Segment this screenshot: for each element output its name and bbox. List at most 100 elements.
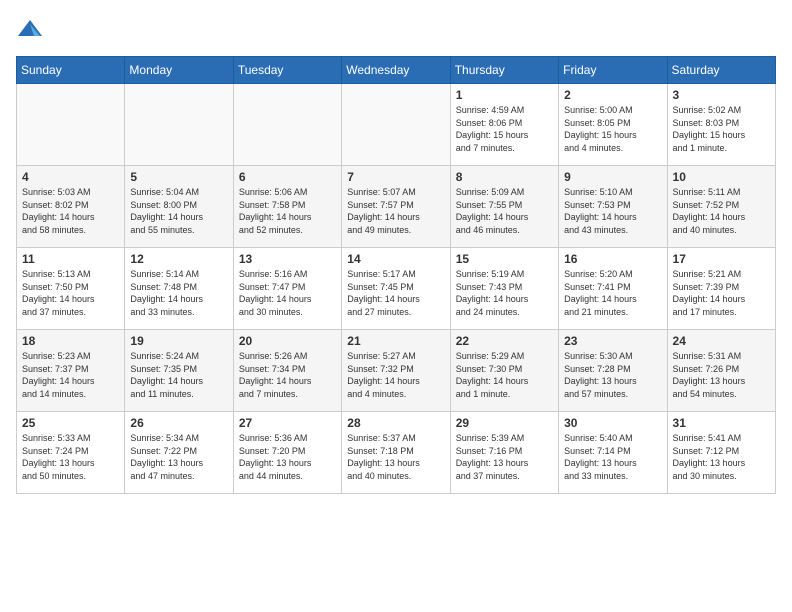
- calendar-cell: 26 Sunrise: 5:34 AM Sunset: 7:22 PM Dayli…: [125, 412, 233, 494]
- day-number: 4: [22, 170, 119, 184]
- weekday-header-wednesday: Wednesday: [342, 57, 450, 84]
- calendar-cell: 23 Sunrise: 5:30 AM Sunset: 7:28 PM Dayli…: [559, 330, 667, 412]
- day-info: Sunrise: 5:04 AM Sunset: 8:00 PM Dayligh…: [130, 186, 227, 236]
- day-info: Sunrise: 5:34 AM Sunset: 7:22 PM Dayligh…: [130, 432, 227, 482]
- calendar-cell: 20 Sunrise: 5:26 AM Sunset: 7:34 PM Dayli…: [233, 330, 341, 412]
- calendar-cell: 10 Sunrise: 5:11 AM Sunset: 7:52 PM Dayli…: [667, 166, 775, 248]
- day-number: 31: [673, 416, 770, 430]
- calendar-cell: 5 Sunrise: 5:04 AM Sunset: 8:00 PM Daylig…: [125, 166, 233, 248]
- calendar-cell: 19 Sunrise: 5:24 AM Sunset: 7:35 PM Dayli…: [125, 330, 233, 412]
- day-number: 5: [130, 170, 227, 184]
- day-number: 27: [239, 416, 336, 430]
- day-number: 23: [564, 334, 661, 348]
- calendar-cell: 25 Sunrise: 5:33 AM Sunset: 7:24 PM Dayli…: [17, 412, 125, 494]
- day-number: 16: [564, 252, 661, 266]
- calendar-cell: 11 Sunrise: 5:13 AM Sunset: 7:50 PM Dayli…: [17, 248, 125, 330]
- day-info: Sunrise: 5:30 AM Sunset: 7:28 PM Dayligh…: [564, 350, 661, 400]
- day-number: 12: [130, 252, 227, 266]
- calendar-cell: 21 Sunrise: 5:27 AM Sunset: 7:32 PM Dayli…: [342, 330, 450, 412]
- day-number: 20: [239, 334, 336, 348]
- day-number: 9: [564, 170, 661, 184]
- calendar-cell: 17Sunrise: 5:21 AM Sunset: 7:39 PM Dayli…: [667, 248, 775, 330]
- day-info: Sunrise: 5:36 AM Sunset: 7:20 PM Dayligh…: [239, 432, 336, 482]
- day-number: 30: [564, 416, 661, 430]
- day-number: 19: [130, 334, 227, 348]
- calendar-week-row: 25 Sunrise: 5:33 AM Sunset: 7:24 PM Dayli…: [17, 412, 776, 494]
- day-info: Sunrise: 5:39 AM Sunset: 7:16 PM Dayligh…: [456, 432, 553, 482]
- day-number: 21: [347, 334, 444, 348]
- calendar-cell: 24 Sunrise: 5:31 AM Sunset: 7:26 PM Dayli…: [667, 330, 775, 412]
- calendar-table: SundayMondayTuesdayWednesdayThursdayFrid…: [16, 56, 776, 494]
- day-number: 26: [130, 416, 227, 430]
- day-info: Sunrise: 5:27 AM Sunset: 7:32 PM Dayligh…: [347, 350, 444, 400]
- day-number: 14: [347, 252, 444, 266]
- weekday-header-monday: Monday: [125, 57, 233, 84]
- day-info: Sunrise: 5:02 AM Sunset: 8:03 PM Dayligh…: [673, 104, 770, 154]
- day-number: 18: [22, 334, 119, 348]
- day-info: Sunrise: 5:13 AM Sunset: 7:50 PM Dayligh…: [22, 268, 119, 318]
- day-number: 3: [673, 88, 770, 102]
- day-number: 1: [456, 88, 553, 102]
- weekday-header-friday: Friday: [559, 57, 667, 84]
- day-number: 11: [22, 252, 119, 266]
- calendar-cell: 13Sunrise: 5:16 AM Sunset: 7:47 PM Dayli…: [233, 248, 341, 330]
- day-info: Sunrise: 5:11 AM Sunset: 7:52 PM Dayligh…: [673, 186, 770, 236]
- logo: [16, 16, 48, 44]
- day-info: Sunrise: 5:40 AM Sunset: 7:14 PM Dayligh…: [564, 432, 661, 482]
- page-header: [16, 16, 776, 44]
- calendar-cell: 14 Sunrise: 5:17 AM Sunset: 7:45 PM Dayli…: [342, 248, 450, 330]
- day-number: 29: [456, 416, 553, 430]
- calendar-cell: 29 Sunrise: 5:39 AM Sunset: 7:16 PM Dayli…: [450, 412, 558, 494]
- calendar-cell: [125, 84, 233, 166]
- calendar-cell: 15Sunrise: 5:19 AM Sunset: 7:43 PM Dayli…: [450, 248, 558, 330]
- calendar-cell: 28Sunrise: 5:37 AM Sunset: 7:18 PM Dayli…: [342, 412, 450, 494]
- day-info: Sunrise: 5:09 AM Sunset: 7:55 PM Dayligh…: [456, 186, 553, 236]
- day-number: 2: [564, 88, 661, 102]
- day-info: Sunrise: 5:06 AM Sunset: 7:58 PM Dayligh…: [239, 186, 336, 236]
- calendar-cell: [342, 84, 450, 166]
- day-number: 8: [456, 170, 553, 184]
- day-info: Sunrise: 5:24 AM Sunset: 7:35 PM Dayligh…: [130, 350, 227, 400]
- weekday-header-thursday: Thursday: [450, 57, 558, 84]
- day-info: Sunrise: 5:16 AM Sunset: 7:47 PM Dayligh…: [239, 268, 336, 318]
- day-number: 15: [456, 252, 553, 266]
- calendar-week-row: 18 Sunrise: 5:23 AM Sunset: 7:37 PM Dayli…: [17, 330, 776, 412]
- calendar-week-row: 4Sunrise: 5:03 AM Sunset: 8:02 PM Daylig…: [17, 166, 776, 248]
- day-number: 6: [239, 170, 336, 184]
- calendar-cell: 22 Sunrise: 5:29 AM Sunset: 7:30 PM Dayli…: [450, 330, 558, 412]
- day-number: 22: [456, 334, 553, 348]
- calendar-body: 1 Sunrise: 4:59 AM Sunset: 8:06 PM Daylig…: [17, 84, 776, 494]
- calendar-cell: [17, 84, 125, 166]
- day-number: 17: [673, 252, 770, 266]
- day-number: 7: [347, 170, 444, 184]
- day-info: Sunrise: 5:41 AM Sunset: 7:12 PM Dayligh…: [673, 432, 770, 482]
- day-info: Sunrise: 5:29 AM Sunset: 7:30 PM Dayligh…: [456, 350, 553, 400]
- calendar-week-row: 1 Sunrise: 4:59 AM Sunset: 8:06 PM Daylig…: [17, 84, 776, 166]
- day-number: 24: [673, 334, 770, 348]
- weekday-header-tuesday: Tuesday: [233, 57, 341, 84]
- day-info: Sunrise: 5:07 AM Sunset: 7:57 PM Dayligh…: [347, 186, 444, 236]
- day-info: Sunrise: 5:33 AM Sunset: 7:24 PM Dayligh…: [22, 432, 119, 482]
- day-info: Sunrise: 5:26 AM Sunset: 7:34 PM Dayligh…: [239, 350, 336, 400]
- calendar-cell: 31 Sunrise: 5:41 AM Sunset: 7:12 PM Dayli…: [667, 412, 775, 494]
- calendar-cell: 1 Sunrise: 4:59 AM Sunset: 8:06 PM Daylig…: [450, 84, 558, 166]
- day-info: Sunrise: 5:23 AM Sunset: 7:37 PM Dayligh…: [22, 350, 119, 400]
- calendar-cell: [233, 84, 341, 166]
- calendar-cell: 8 Sunrise: 5:09 AM Sunset: 7:55 PM Daylig…: [450, 166, 558, 248]
- calendar-cell: 27 Sunrise: 5:36 AM Sunset: 7:20 PM Dayli…: [233, 412, 341, 494]
- day-number: 25: [22, 416, 119, 430]
- calendar-week-row: 11 Sunrise: 5:13 AM Sunset: 7:50 PM Dayli…: [17, 248, 776, 330]
- calendar-cell: 6 Sunrise: 5:06 AM Sunset: 7:58 PM Daylig…: [233, 166, 341, 248]
- day-number: 10: [673, 170, 770, 184]
- calendar-cell: 12 Sunrise: 5:14 AM Sunset: 7:48 PM Dayli…: [125, 248, 233, 330]
- calendar-cell: 2Sunrise: 5:00 AM Sunset: 8:05 PM Daylig…: [559, 84, 667, 166]
- day-info: Sunrise: 5:14 AM Sunset: 7:48 PM Dayligh…: [130, 268, 227, 318]
- weekday-header-saturday: Saturday: [667, 57, 775, 84]
- calendar-cell: 18 Sunrise: 5:23 AM Sunset: 7:37 PM Dayli…: [17, 330, 125, 412]
- calendar-cell: 30 Sunrise: 5:40 AM Sunset: 7:14 PM Dayli…: [559, 412, 667, 494]
- day-info: Sunrise: 5:37 AM Sunset: 7:18 PM Dayligh…: [347, 432, 444, 482]
- calendar-cell: 3 Sunrise: 5:02 AM Sunset: 8:03 PM Daylig…: [667, 84, 775, 166]
- day-info: Sunrise: 4:59 AM Sunset: 8:06 PM Dayligh…: [456, 104, 553, 154]
- day-info: Sunrise: 5:31 AM Sunset: 7:26 PM Dayligh…: [673, 350, 770, 400]
- day-info: Sunrise: 5:17 AM Sunset: 7:45 PM Dayligh…: [347, 268, 444, 318]
